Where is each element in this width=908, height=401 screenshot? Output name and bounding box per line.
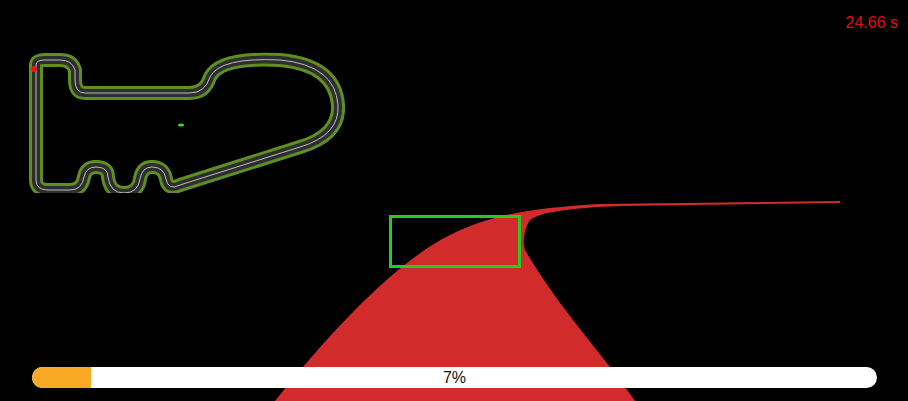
progress-fill: [32, 367, 91, 388]
game-screen: 24.66 s 7%: [0, 0, 908, 401]
target-box: [391, 217, 520, 267]
progress-bar: 7%: [32, 367, 877, 388]
car-marker-icon: [31, 66, 37, 72]
road-scene: [0, 0, 908, 401]
lap-timer: 24.66 s: [846, 13, 898, 33]
progress-label: 7%: [32, 367, 877, 388]
track-minimap: [0, 13, 345, 193]
